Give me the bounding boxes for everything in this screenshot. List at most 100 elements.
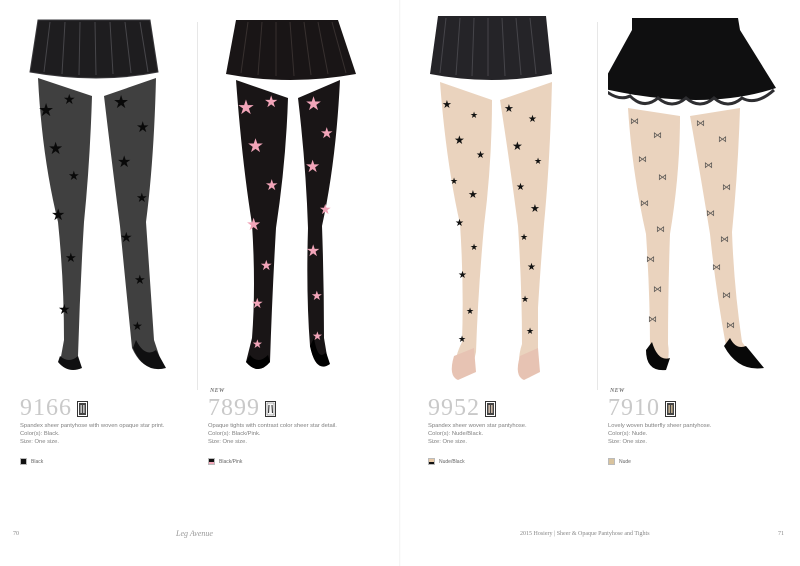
- product-photo-legwear: ★ ★ ★ ★ ★ ★ ★ ★ ★ ★ ★ ★ ★ ★ ★: [226, 20, 356, 369]
- color-swatch-row: Black/Pink: [208, 458, 242, 465]
- left-page-number: 70: [13, 531, 19, 537]
- right-page-number: 71: [778, 531, 784, 537]
- swatch-label: Black/Pink: [219, 458, 243, 465]
- svg-text:★: ★: [450, 177, 458, 187]
- svg-text:⋈: ⋈: [653, 131, 662, 141]
- svg-text:⋈: ⋈: [638, 155, 647, 165]
- color-swatch-row: Nude: [608, 458, 631, 465]
- svg-text:⋈: ⋈: [630, 117, 639, 127]
- size-text: Size: One size.: [20, 439, 59, 445]
- svg-text:★: ★: [512, 139, 523, 153]
- color-swatch-row: Nude/Black: [428, 458, 465, 465]
- svg-text:⋈: ⋈: [646, 255, 655, 265]
- svg-text:⋈: ⋈: [656, 225, 665, 235]
- svg-text:★: ★: [120, 230, 133, 246]
- svg-text:★: ★: [58, 302, 71, 318]
- size-text: Size: One size.: [208, 439, 247, 445]
- svg-text:★: ★: [68, 169, 80, 184]
- package-icon: [265, 401, 276, 417]
- svg-text:★: ★: [260, 258, 273, 274]
- package-icon: [665, 401, 676, 417]
- svg-text:★: ★: [504, 102, 514, 115]
- svg-text:★: ★: [442, 98, 452, 111]
- svg-text:⋈: ⋈: [722, 291, 731, 301]
- svg-text:⋈: ⋈: [720, 235, 729, 245]
- sku-number: 9952: [428, 395, 480, 421]
- svg-text:★: ★: [134, 273, 146, 288]
- color-swatch: [608, 458, 615, 465]
- product-photo: ★ ★ ★ ★ ★ ★ ★ ★ ★ ★ ★ ★ ★ ★ ★: [208, 12, 388, 382]
- svg-text:⋈: ⋈: [696, 119, 705, 129]
- svg-text:★: ★: [455, 218, 464, 229]
- svg-text:★: ★: [264, 92, 278, 111]
- swatch-label: Nude: [619, 458, 631, 465]
- product-photo: ★ ★ ★ ★ ★ ★ ★ ★ ★ ★ ★ ★ ★ ★ ★ ★ ★ ★ ★ ★ …: [428, 12, 608, 382]
- color-text: Color(s): Nude.: [608, 431, 648, 437]
- svg-text:⋈: ⋈: [726, 321, 735, 331]
- svg-text:★: ★: [38, 100, 54, 121]
- svg-text:⋈: ⋈: [718, 135, 727, 145]
- product-card-9952: ★ ★ ★ ★ ★ ★ ★ ★ ★ ★ ★ ★ ★ ★ ★ ★ ★ ★ ★ ★ …: [428, 0, 608, 490]
- svg-text:★: ★: [306, 241, 320, 260]
- svg-text:★: ★: [136, 191, 148, 206]
- svg-text:★: ★: [265, 176, 278, 194]
- catalog-spread: ★ ★ ★ ★ ★ ★ ★ ★ ★ ★ ★ ★ ★ ★ 9166 Spandex…: [0, 0, 800, 566]
- product-photo-legwear: ⋈ ⋈ ⋈ ⋈ ⋈ ⋈ ⋈ ⋈ ⋈ ⋈ ⋈ ⋈ ⋈ ⋈ ⋈ ⋈ ⋈ ⋈: [608, 18, 776, 371]
- sku-row: 9166: [20, 394, 88, 420]
- product-photo-legwear: ★ ★ ★ ★ ★ ★ ★ ★ ★ ★ ★ ★ ★ ★: [29, 19, 166, 370]
- svg-text:★: ★: [51, 205, 65, 224]
- product-card-7899: ★ ★ ★ ★ ★ ★ ★ ★ ★ ★ ★ ★ ★ ★ ★ NEW 7899 O…: [208, 0, 388, 490]
- color-swatch: [428, 458, 435, 465]
- svg-text:★: ★: [117, 152, 131, 171]
- svg-text:★: ★: [319, 202, 332, 218]
- svg-text:★: ★: [520, 233, 528, 243]
- svg-text:★: ★: [526, 327, 534, 337]
- product-card-9166: ★ ★ ★ ★ ★ ★ ★ ★ ★ ★ ★ ★ ★ ★ 9166 Spandex…: [20, 0, 200, 490]
- svg-text:⋈: ⋈: [712, 263, 721, 273]
- color-swatch: [20, 458, 27, 465]
- svg-text:★: ★: [476, 150, 485, 161]
- product-photo-legwear: ★ ★ ★ ★ ★ ★ ★ ★ ★ ★ ★ ★ ★ ★ ★ ★ ★ ★ ★ ★ …: [430, 16, 552, 380]
- sku-row: 7910: [608, 394, 676, 420]
- swatch-label: Nude/Black: [439, 458, 465, 465]
- svg-text:★: ★: [470, 111, 478, 121]
- swatch-label: Black: [31, 458, 44, 465]
- sku-number: 9166: [20, 395, 72, 421]
- svg-text:★: ★: [534, 157, 542, 167]
- svg-text:★: ★: [320, 124, 333, 142]
- svg-text:⋈: ⋈: [640, 199, 649, 209]
- svg-text:⋈: ⋈: [648, 315, 657, 325]
- package-icon: [485, 401, 496, 417]
- svg-text:★: ★: [458, 270, 467, 281]
- svg-text:⋈: ⋈: [706, 209, 715, 219]
- svg-text:★: ★: [312, 329, 323, 343]
- svg-text:★: ★: [530, 202, 540, 215]
- svg-text:★: ★: [136, 118, 149, 136]
- product-card-7910: ⋈ ⋈ ⋈ ⋈ ⋈ ⋈ ⋈ ⋈ ⋈ ⋈ ⋈ ⋈ ⋈ ⋈ ⋈ ⋈ ⋈ ⋈ NEW …: [608, 0, 788, 490]
- svg-text:★: ★: [458, 335, 466, 345]
- description-text: Lovely woven butterfly sheer pantyhose.: [608, 423, 712, 429]
- color-text: Color(s): Black.: [20, 431, 60, 437]
- product-description: Spandex sheer pantyhose with woven opaqu…: [20, 422, 205, 446]
- svg-text:★: ★: [247, 135, 264, 157]
- svg-text:★: ★: [521, 295, 529, 305]
- svg-text:★: ★: [528, 114, 537, 125]
- product-description: Lovely woven butterfly sheer pantyhose. …: [608, 422, 793, 446]
- svg-text:⋈: ⋈: [704, 161, 713, 171]
- svg-text:★: ★: [305, 157, 320, 177]
- svg-text:★: ★: [305, 93, 322, 115]
- svg-text:★: ★: [527, 262, 536, 273]
- svg-text:⋈: ⋈: [722, 183, 731, 193]
- running-head: 2015 Hosiery | Sheer & Opaque Pantyhose …: [520, 531, 650, 537]
- svg-text:★: ★: [251, 296, 264, 312]
- product-description: Opaque tights with contrast color sheer …: [208, 422, 393, 446]
- description-text: Opaque tights with contrast color sheer …: [208, 423, 337, 429]
- svg-text:★: ★: [252, 337, 263, 351]
- product-photo: ⋈ ⋈ ⋈ ⋈ ⋈ ⋈ ⋈ ⋈ ⋈ ⋈ ⋈ ⋈ ⋈ ⋈ ⋈ ⋈ ⋈ ⋈: [608, 12, 788, 382]
- svg-text:⋈: ⋈: [658, 173, 667, 183]
- svg-text:★: ★: [132, 319, 143, 333]
- color-swatch-row: Black: [20, 458, 43, 465]
- size-text: Size: One size.: [608, 439, 647, 445]
- description-text: Spandex sheer pantyhose with woven opaqu…: [20, 423, 165, 429]
- svg-text:★: ★: [454, 133, 465, 147]
